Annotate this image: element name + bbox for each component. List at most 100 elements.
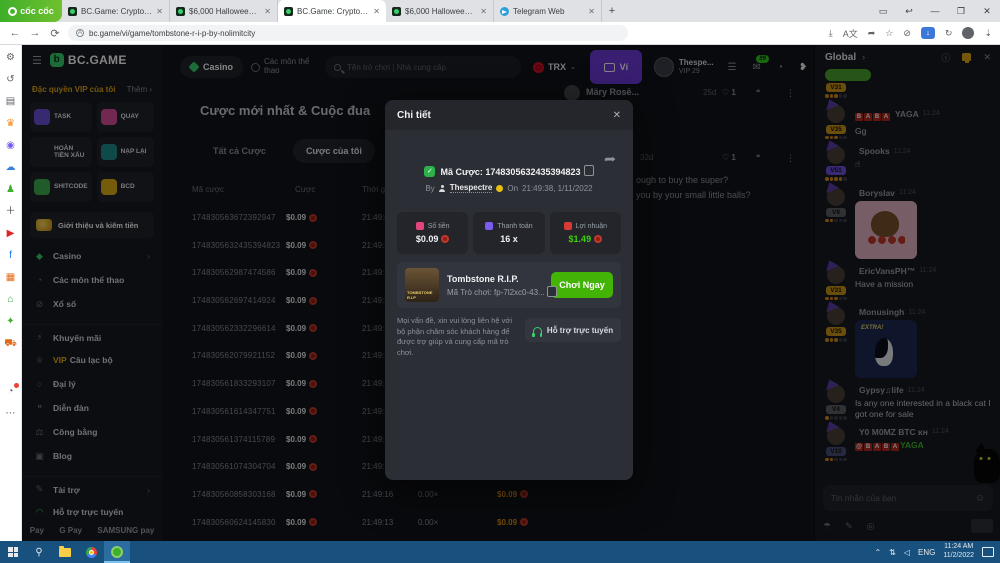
person-icon xyxy=(439,185,446,192)
file-explorer-icon[interactable] xyxy=(52,541,78,563)
tray-expand-icon[interactable]: ⌃ xyxy=(874,548,881,557)
calendar-icon[interactable]: ▦ xyxy=(4,271,17,284)
action-center-icon[interactable] xyxy=(982,547,994,557)
modal-close-icon[interactable]: ✕ xyxy=(613,110,621,121)
browser-tab[interactable]: $6,000 Halloween Slot Battl ✕ xyxy=(386,0,494,22)
verified-shield-icon: ✓ xyxy=(424,166,435,177)
bet-datetime: 21:49:38, 1/11/2022 xyxy=(522,184,593,193)
tab-favicon xyxy=(68,7,77,16)
cart-icon[interactable]: ⛟ xyxy=(4,337,17,350)
play-now-button[interactable]: Chơi Ngay xyxy=(551,272,613,298)
start-button[interactable] xyxy=(0,541,26,563)
support-note: Mọi vấn đề, xin vui lòng liên hệ với bộ … xyxy=(397,316,517,358)
facebook-icon[interactable]: f xyxy=(4,249,17,262)
browser-tab[interactable]: $6,000 Halloween Slot Battl ✕ xyxy=(170,0,278,22)
youtube-icon[interactable]: ▶ xyxy=(4,227,17,240)
profile-avatar-icon[interactable] xyxy=(962,27,974,39)
download-manager-icon[interactable]: ↓ xyxy=(921,27,935,39)
gift-icon[interactable]: ⌂ xyxy=(4,293,17,306)
notifications-bell-icon[interactable]: ◔ xyxy=(4,385,17,398)
windows-logo-icon xyxy=(8,547,18,557)
games-icon[interactable]: ♟ xyxy=(4,183,17,196)
taskbar-clock[interactable]: 11:24 AM11/2/2022 xyxy=(943,543,974,561)
volume-icon[interactable]: ◁ xyxy=(904,548,910,557)
browser-tab[interactable]: BC.Game: Crypto Casino Gan ✕ xyxy=(62,0,170,22)
site-info-icon[interactable]: A xyxy=(76,29,84,37)
chrome-icon[interactable] xyxy=(78,541,104,563)
save-page-icon[interactable]: ⤓ xyxy=(829,28,833,39)
live-support-button[interactable]: Hỗ trợ trực tuyến xyxy=(525,318,621,342)
tab-close-icon[interactable]: ✕ xyxy=(156,7,163,16)
pip-icon[interactable]: ▭ xyxy=(870,6,896,17)
coin-icon xyxy=(594,235,602,243)
tab-close-icon[interactable]: ✕ xyxy=(480,7,487,16)
game-code: Mã Trò chơi: fp-7l2xc0-43... xyxy=(447,288,543,297)
bet-details-modal: Chi tiết ✕ ➦ ✓ Mã Cược: 1748305632435394… xyxy=(385,100,633,480)
tab-favicon xyxy=(176,7,185,16)
new-tab-button[interactable]: + xyxy=(602,0,622,22)
taskbar-search-icon[interactable]: ⚲ xyxy=(26,541,52,563)
stat-icon xyxy=(485,222,493,230)
back-button[interactable]: ← xyxy=(8,27,22,39)
bet-id-text: Mã Cược: 1748305632435394823 xyxy=(440,167,580,177)
reload-button[interactable]: ⟳ xyxy=(48,27,62,40)
weather-icon[interactable]: ☁ xyxy=(4,161,17,174)
maps-icon[interactable]: ✦ xyxy=(4,315,17,328)
translate-icon[interactable]: A文 xyxy=(843,27,858,40)
language-indicator[interactable]: ENG xyxy=(918,548,935,557)
url-box[interactable]: A bc.game/vi/game/tombstone-r-i-p-by-nol… xyxy=(68,25,628,41)
tab-title: $6,000 Halloween Slot Battl xyxy=(189,7,260,16)
browser-address-bar: ← → ⟳ A bc.game/vi/game/tombstone-r-i-p-… xyxy=(0,22,1000,45)
bet-stats: Số tiền $0.09 Thanh toán 16 x Lợi nhuận … xyxy=(397,212,621,254)
player-name-link[interactable]: Thespectre xyxy=(450,183,493,193)
stat-box: Lợi nhuận $1.49 xyxy=(550,212,621,254)
forward-button[interactable]: → xyxy=(28,27,42,39)
window-controls: ▭ ↩ — ❐ ✕ xyxy=(870,0,1000,22)
screen: cốc cốc BC.Game: Crypto Casino Gan ✕ $6,… xyxy=(0,0,1000,563)
tab-close-icon[interactable]: ✕ xyxy=(588,7,595,16)
browser-sidebar: ⚙ ↺ ▤ ♛ ◉ ☁ ♟ ＋ ▶ f ▦ ⌂ xyxy=(0,45,22,541)
reading-list-icon[interactable]: ▤ xyxy=(4,95,17,108)
close-button[interactable]: ✕ xyxy=(974,6,1000,17)
tab-title: BC.Game: Crypto Casino Gan xyxy=(81,7,152,16)
url-text: bc.game/vi/game/tombstone-r-i-p-by-nolim… xyxy=(89,29,255,38)
bookmark-star-icon[interactable]: ☆ xyxy=(885,28,893,39)
tab-close-icon[interactable]: ✕ xyxy=(264,7,271,16)
tab-favicon xyxy=(500,7,509,16)
site-viewport: ☰ b BC.GAME Đặc quyền VIP của tôi Thêm ›… xyxy=(22,45,1000,541)
browser-tabs: BC.Game: Crypto Casino Gan ✕ $6,000 Hall… xyxy=(62,0,602,22)
adblock-icon[interactable]: ⊘ xyxy=(903,28,911,39)
browser-tab[interactable]: BC.Game: Crypto Casino Gan ✕ xyxy=(278,0,386,22)
tab-title: $6,000 Halloween Slot Battl xyxy=(405,7,476,16)
tab-close-icon[interactable]: ✕ xyxy=(373,7,380,16)
coccoc-brand[interactable]: cốc cốc xyxy=(0,0,62,22)
stat-value: 16 x xyxy=(500,234,518,244)
network-icon[interactable]: ⇅ xyxy=(889,548,896,557)
copy-icon[interactable] xyxy=(586,167,594,176)
game-thumbnail[interactable] xyxy=(405,268,439,302)
share-icon[interactable]: ➦ xyxy=(868,28,876,39)
maximize-button[interactable]: ❐ xyxy=(948,6,974,17)
game-card: Tombstone R.I.P. Mã Trò chơi: fp-7l2xc0-… xyxy=(397,262,621,308)
add-icon[interactable]: ＋ xyxy=(4,205,17,218)
browser-tab-bar: cốc cốc BC.Game: Crypto Casino Gan ✕ $6,… xyxy=(0,0,1000,22)
coccoc-logo-icon xyxy=(8,7,17,16)
settings-icon[interactable]: ⚙ xyxy=(4,51,17,64)
browser-tab[interactable]: Telegram Web ✕ xyxy=(494,0,602,22)
coccoc-taskbar-icon[interactable] xyxy=(104,541,130,563)
copy-icon[interactable] xyxy=(549,288,551,297)
stat-icon xyxy=(416,222,424,230)
crown-icon[interactable]: ♛ xyxy=(4,117,17,130)
modal-title: Chi tiết xyxy=(397,110,431,121)
downloads-icon[interactable]: ⇣ xyxy=(984,28,992,39)
coccoc-brand-label: cốc cốc xyxy=(20,6,54,16)
share-icon[interactable]: ➦ xyxy=(604,152,616,166)
sync-icon[interactable]: ↻ xyxy=(945,28,953,39)
windows-taskbar: ⚲ ⌃ ⇅ ◁ ENG 11:24 AM11/2/2022 xyxy=(0,541,1000,563)
messenger-icon[interactable]: ◉ xyxy=(4,139,17,152)
game-name: Tombstone R.I.P. xyxy=(447,274,543,284)
more-icon[interactable]: ⋯ xyxy=(4,407,17,420)
history-icon[interactable]: ↺ xyxy=(4,73,17,86)
arrow-return-icon[interactable]: ↩ xyxy=(896,6,922,17)
minimize-button[interactable]: — xyxy=(922,6,948,16)
